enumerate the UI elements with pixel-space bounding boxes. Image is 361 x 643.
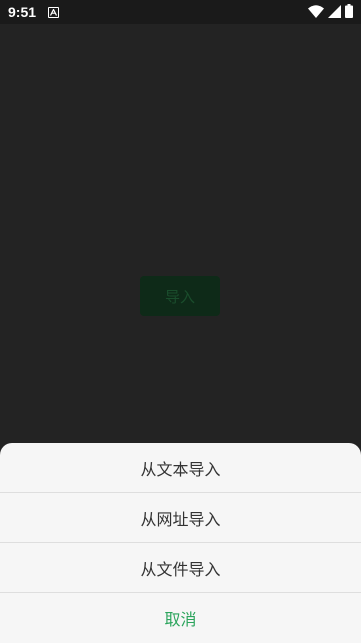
status-time: 9:51 [8,4,37,20]
import-from-url-option[interactable]: 从网址导入 [0,493,361,543]
battery-icon [345,3,353,22]
status-bar: 9:51 [0,0,361,24]
signal-icon [328,3,341,22]
cancel-button[interactable]: 取消 [0,593,361,643]
import-from-text-option[interactable]: 从文本导入 [0,443,361,493]
a-square-icon [48,6,60,18]
import-from-file-option[interactable]: 从文件导入 [0,543,361,593]
phone-screen: 9:51 导入 从文本导入 从网址导入 从文件导入 取消 [0,0,361,643]
import-button[interactable]: 导入 [140,276,220,316]
status-indicators [308,3,353,22]
wifi-icon [308,3,324,22]
import-action-sheet: 从文本导入 从网址导入 从文件导入 取消 [0,443,361,643]
